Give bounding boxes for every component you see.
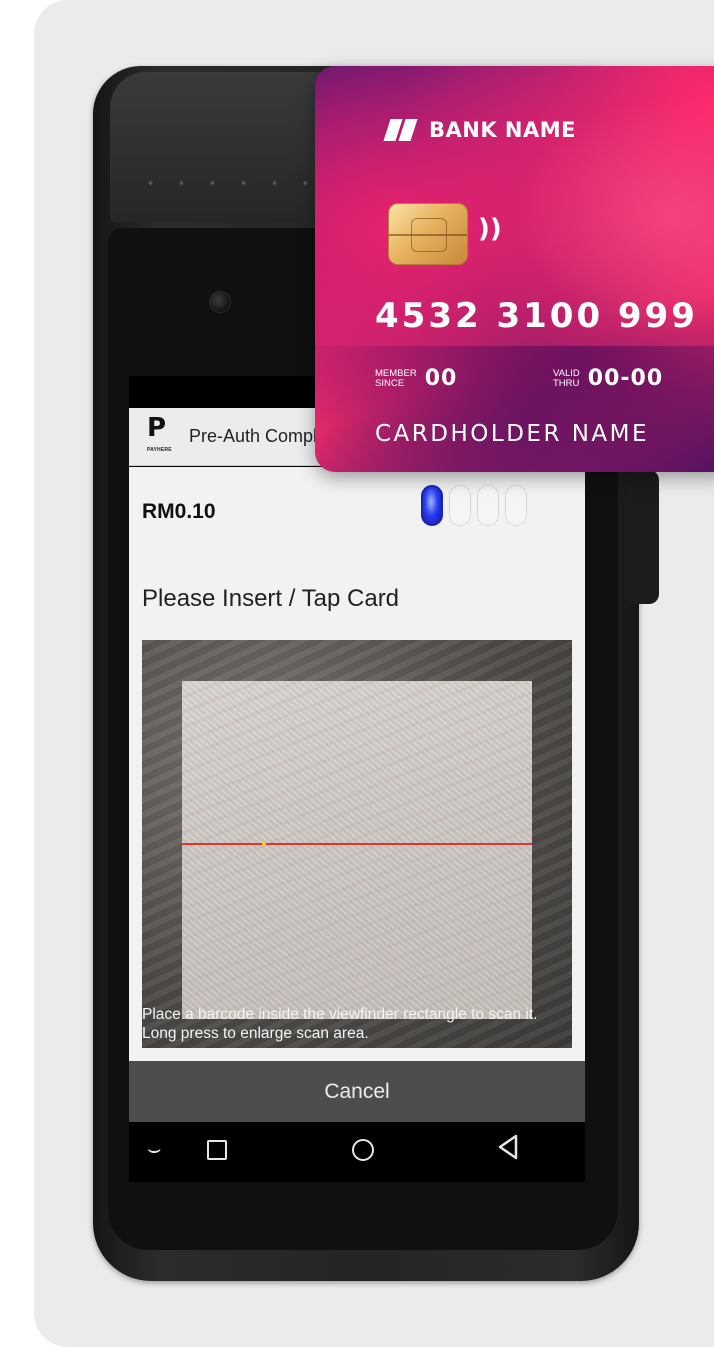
terminal-side-button[interactable] bbox=[627, 470, 659, 604]
bank-name: BANK NAME bbox=[429, 118, 576, 142]
payment-content: RM0.10 Please Insert / Tap Card Place a … bbox=[129, 467, 585, 1065]
valid-thru: VALID THRU 00-00 bbox=[553, 366, 663, 391]
scanner-hint: Place a barcode inside the viewfinder re… bbox=[142, 1006, 538, 1042]
member-since: MEMBER SINCE 00 bbox=[375, 366, 457, 391]
emv-chip-icon bbox=[388, 203, 468, 265]
logo-mark: P bbox=[147, 412, 167, 443]
valid-thru-label: VALID THRU bbox=[553, 367, 580, 389]
read-indicator bbox=[505, 485, 527, 526]
read-indicator bbox=[477, 485, 499, 526]
focus-point-icon bbox=[262, 842, 266, 846]
hide-keyboard-icon[interactable]: ⌣ bbox=[147, 1136, 161, 1162]
payhere-logo: P PAYHERE bbox=[147, 408, 191, 466]
barcode-scanner-view[interactable]: Place a barcode inside the viewfinder re… bbox=[142, 640, 572, 1048]
back-icon[interactable] bbox=[497, 1134, 519, 1165]
cancel-button[interactable]: Cancel bbox=[129, 1061, 585, 1122]
read-indicator bbox=[449, 485, 471, 526]
member-since-value: 00 bbox=[424, 366, 458, 391]
contactless-icon: )) bbox=[478, 214, 502, 244]
logo-wordmark: PAYHERE bbox=[147, 446, 172, 453]
credit-card-illustration: BANK NAME )) 4532 3100 999 MEMBER SINCE … bbox=[315, 66, 714, 472]
android-nav-bar: ⌣ bbox=[129, 1122, 585, 1182]
read-indicator-active bbox=[421, 485, 443, 526]
card-wave bbox=[315, 346, 714, 472]
card-read-indicators bbox=[421, 485, 527, 526]
bank-logo-icon bbox=[383, 119, 419, 141]
scan-laser-line bbox=[182, 843, 532, 845]
viewfinder-rectangle[interactable] bbox=[182, 681, 532, 1019]
valid-thru-value: 00-00 bbox=[587, 366, 664, 391]
cardholder-name: CARDHOLDER NAME bbox=[375, 421, 650, 447]
recents-icon[interactable] bbox=[207, 1140, 227, 1160]
home-icon[interactable] bbox=[352, 1139, 374, 1161]
bank-brand: BANK NAME bbox=[383, 118, 576, 142]
terminal-screen: P PAYHERE Pre-Auth Completion RM0.10 Ple… bbox=[129, 376, 585, 1182]
member-since-label: MEMBER SINCE bbox=[375, 367, 417, 389]
card-number: 4532 3100 999 bbox=[375, 296, 698, 336]
card-prompt: Please Insert / Tap Card bbox=[142, 585, 400, 612]
camera-lens-icon bbox=[209, 291, 231, 313]
amount-label: RM0.10 bbox=[142, 500, 216, 523]
